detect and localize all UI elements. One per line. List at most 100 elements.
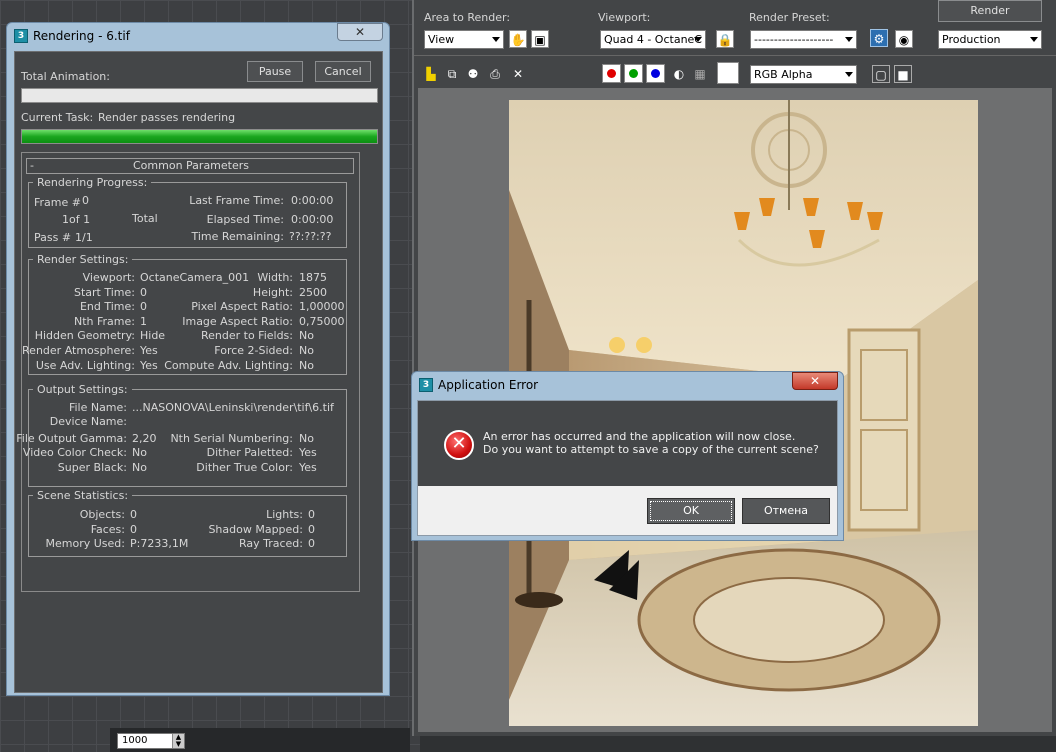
production-dropdown[interactable]: Production (938, 30, 1042, 49)
red-channel-toggle[interactable] (602, 64, 621, 83)
area-to-render-dropdown[interactable]: View (424, 30, 504, 49)
ok-button[interactable]: OK (647, 498, 735, 524)
rendering-window-close-button[interactable]: ✕ (337, 23, 383, 41)
last-frame-time-label: Last Frame Time: (189, 194, 284, 207)
end-time-value: 0 (140, 300, 147, 314)
print-image-icon[interactable]: ⎙ (486, 65, 504, 83)
chevron-down-icon (845, 37, 853, 42)
compute-adv-lighting-value: No (299, 358, 314, 372)
viewport-dropdown[interactable]: Quad 4 - OctaneC (600, 30, 706, 49)
render-button[interactable]: Render (938, 0, 1042, 22)
error-message-line1: An error has occurred and the applicatio… (483, 430, 796, 443)
error-dialog-close-button[interactable]: ✕ (792, 372, 838, 390)
force-2-sided-value: No (299, 344, 314, 357)
toggle-ui-overlay-icon[interactable]: ▢ (872, 65, 890, 83)
error-dialog-title: Application Error (438, 378, 539, 392)
render-preset-dropdown[interactable]: -------------------- (750, 30, 857, 49)
display-channel-value: RGB Alpha (754, 68, 813, 81)
edit-region-icon[interactable]: ✋ (509, 30, 527, 48)
render-atmosphere-label: Render Atmosphere: (22, 344, 135, 357)
render-preset-value: -------------------- (754, 33, 834, 46)
auto-region-icon[interactable]: ▣ (531, 30, 549, 48)
viewport-label: Viewport: (82, 271, 135, 284)
error-dialog-body: ✕ An error has occurred and the applicat… (417, 400, 838, 536)
clear-icon[interactable]: ✕ (509, 65, 527, 83)
frame-spinner[interactable]: 1000 ▲ ▼ (117, 733, 185, 749)
image-aspect-label: Image Aspect Ratio: (182, 314, 293, 328)
scene-statistics-title: Scene Statistics: (33, 489, 133, 502)
device-name-label: Device Name: (49, 415, 127, 428)
output-settings-title: Output Settings: (33, 383, 132, 396)
monochrome-icon[interactable]: ▦ (691, 65, 709, 83)
pause-button[interactable]: Pause (247, 61, 303, 82)
task-progress-fill (22, 130, 377, 143)
current-task-value: Render passes rendering (98, 111, 236, 124)
current-task-progress-bar (21, 129, 378, 144)
total-animation-label: Total Animation: (21, 70, 110, 83)
viewport-value: OctaneCamera_001 (140, 271, 250, 284)
render-setup-icon[interactable]: ⚙ (870, 29, 888, 47)
cancel-button[interactable]: Cancel (315, 61, 371, 82)
dither-paletted-value: Yes (299, 446, 317, 459)
dither-true-color-label: Dither True Color: (196, 461, 293, 474)
render-atmosphere-value: Yes (140, 344, 158, 357)
hidden-geometry-label: Hidden Geometry: (34, 329, 135, 343)
rendering-window: 3 Rendering - 6.tif ✕ Total Animation: P… (6, 22, 390, 696)
viewport-label: Viewport: (598, 11, 651, 24)
color-swatch[interactable] (717, 62, 739, 84)
start-time-value: 0 (140, 285, 147, 299)
blue-channel-toggle[interactable] (646, 64, 665, 83)
frame-label: Frame # (34, 196, 81, 209)
ray-traced-label: Ray Traced: (238, 537, 303, 551)
use-adv-lighting-label: Use Adv. Lighting: (35, 358, 135, 372)
lights-value: 0 (308, 508, 315, 521)
cancel-button[interactable]: Отмена (742, 498, 830, 524)
width-value: 1875 (299, 271, 327, 284)
rendering-progress-title: Rendering Progress: (33, 176, 152, 189)
chevron-down-icon (1030, 37, 1038, 42)
total-label: Total (132, 212, 158, 225)
shadow-mapped-value: 0 (308, 522, 315, 536)
red-dot-icon (607, 69, 616, 78)
scene-statistics-group: Scene Statistics: Objects: 0 Faces: 0 Memory… (28, 489, 347, 557)
error-message-line2: Do you want to attempt to save a copy of… (483, 443, 819, 456)
render-preset-label: Render Preset: (749, 11, 830, 24)
display-channel-dropdown[interactable]: RGB Alpha (750, 65, 857, 84)
render-settings-title: Render Settings: (33, 253, 133, 266)
current-task-label: Current Task: (21, 111, 94, 124)
save-image-icon[interactable]: ▙ (422, 65, 440, 83)
memory-used-label: Memory Used: (45, 537, 125, 551)
nth-serial-value: No (299, 432, 314, 445)
render-settings-group: Render Settings: Viewport: OctaneCamera_0… (22, 253, 347, 375)
alpha-channel-icon[interactable]: ◐ (670, 65, 688, 83)
rendering-window-body: Total Animation: Pause Cancel Current Ta… (14, 51, 383, 693)
toolbar-divider (414, 55, 1056, 56)
green-channel-toggle[interactable] (624, 64, 643, 83)
clone-window-icon[interactable]: ⚉ (464, 65, 482, 83)
environment-icon[interactable]: ◉ (895, 30, 913, 48)
copy-image-icon[interactable]: ⧉ (443, 65, 461, 83)
rendering-window-titlebar[interactable]: 3 Rendering - 6.tif ✕ (7, 23, 389, 49)
nth-frame-label: Nth Frame: (74, 314, 135, 328)
toggle-ui-icon[interactable]: ■ (894, 65, 912, 83)
file-name-label: File Name: (68, 401, 127, 414)
chevron-down-icon (694, 37, 702, 42)
height-label: Height: (252, 285, 293, 299)
pixel-aspect-label: Pixel Aspect Ratio: (191, 300, 293, 314)
time-remaining-value: ??:??:?? (289, 230, 332, 243)
image-aspect-value: 0,75000 (299, 314, 345, 328)
spinner-arrows-icon[interactable]: ▲ ▼ (172, 734, 184, 748)
memory-used-value: P:7233,1M (130, 537, 189, 551)
rendering-window-title: Rendering - 6.tif (33, 29, 130, 43)
common-parameters-rollout: - Common Parameters Rendering Progress: … (16, 152, 360, 592)
common-parameters-header[interactable]: - Common Parameters (26, 158, 354, 174)
lock-icon[interactable]: 🔒 (716, 30, 734, 48)
error-icon: ✕ (444, 430, 474, 460)
chevron-down-icon (845, 72, 853, 77)
faces-label: Faces: (90, 522, 125, 536)
width-label: Width: (257, 271, 293, 284)
frame-spinner-value: 1000 (122, 735, 148, 746)
nth-frame-value: 1 (140, 314, 147, 328)
total-animation-progress-bar (21, 88, 378, 103)
shadow-mapped-label: Shadow Mapped: (208, 522, 303, 536)
